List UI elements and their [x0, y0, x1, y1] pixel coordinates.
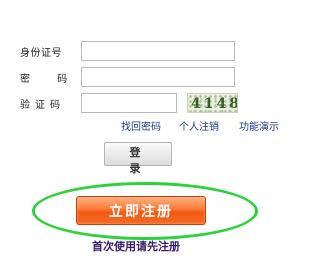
id-number-input[interactable] [81, 41, 235, 61]
captcha-label: 验证码 [20, 100, 65, 111]
first-use-hint: 首次使用请先注册 [92, 240, 180, 253]
captcha-input[interactable] [81, 93, 177, 113]
login-panel: 身份证号 密 码 验证码 4148 找回密码 个人注销 功能演示 登 录 立即注… [0, 0, 305, 272]
recover-password-link[interactable]: 找回密码 [121, 118, 161, 133]
password-label: 密 码 [20, 74, 80, 85]
register-button[interactable]: 立即注册 [76, 196, 206, 225]
captcha-code: 4148 [191, 96, 238, 112]
password-input[interactable] [81, 67, 235, 87]
personal-deregister-link[interactable]: 个人注销 [179, 118, 219, 133]
login-button[interactable]: 登 录 [104, 142, 172, 175]
captcha-image[interactable]: 4148 [187, 93, 238, 113]
id-number-label: 身份证号 [20, 48, 62, 59]
feature-demo-link[interactable]: 功能演示 [239, 118, 279, 133]
